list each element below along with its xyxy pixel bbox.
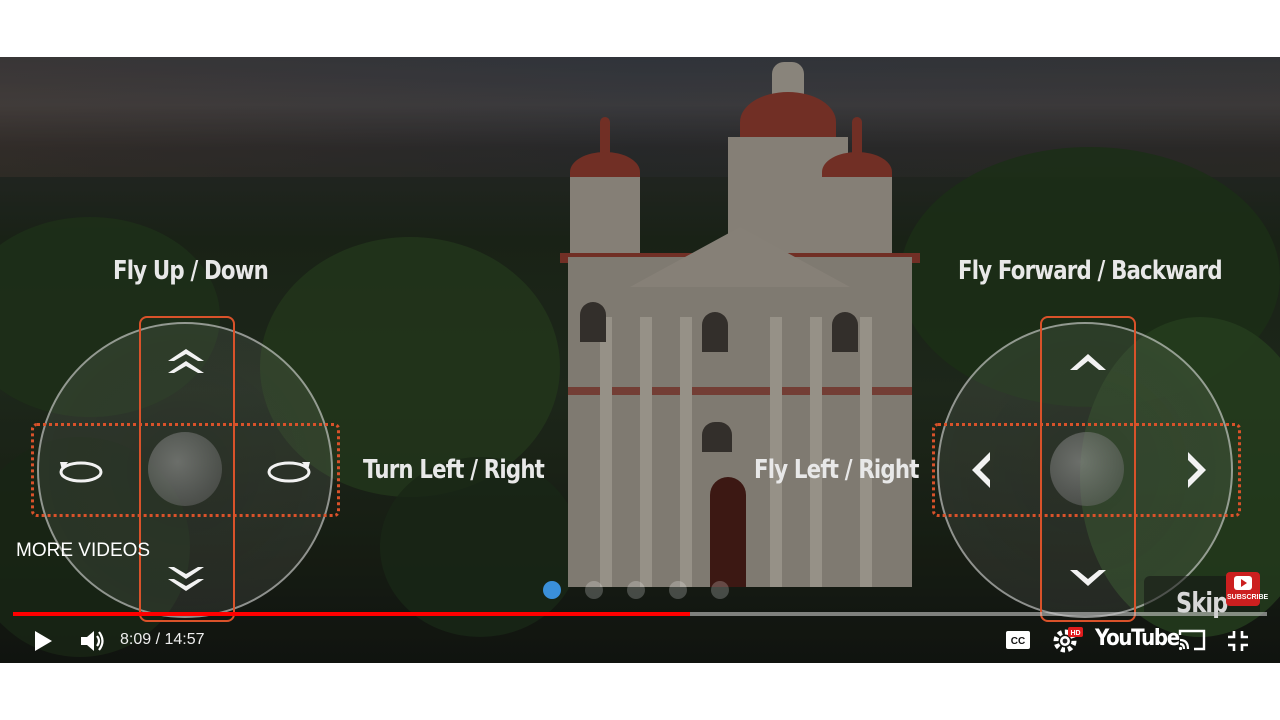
rotate-cw-icon [267, 461, 311, 483]
subscribe-label: SUBSCRIBE [1227, 594, 1269, 601]
pagination-dot[interactable] [669, 581, 687, 599]
pagination-dot[interactable] [543, 581, 561, 599]
chevron-down-icon [1070, 570, 1106, 586]
chevron-left-icon [972, 452, 990, 488]
pagination-dot[interactable] [711, 581, 729, 599]
fly-up-down-label: Fly Up / Down [113, 256, 269, 286]
cc-label: CC [1011, 636, 1025, 647]
gear-icon[interactable]: HD [1052, 626, 1084, 654]
fly-left-right-label: Fly Left / Right [754, 455, 919, 485]
more-videos-button[interactable]: MORE VIDEOS [16, 540, 150, 562]
chevrons-down-icon [168, 567, 204, 591]
pagination-dot[interactable] [627, 581, 645, 599]
hd-badge: HD [1070, 630, 1080, 637]
pagination-dot[interactable] [585, 581, 603, 599]
volume-icon[interactable] [79, 628, 107, 654]
youtube-logo[interactable]: YouTube [1095, 626, 1180, 651]
subscribe-badge[interactable]: SUBSCRIBE [1226, 572, 1269, 606]
exit-fullscreen-icon[interactable] [1226, 629, 1250, 653]
fly-forward-backward-label: Fly Forward / Backward [958, 256, 1223, 286]
cast-icon[interactable] [1178, 629, 1206, 651]
time-display: 8:09 / 14:57 [120, 631, 205, 648]
player-controls: 8:09 / 14:57 CC HD YouTube [0, 620, 1280, 663]
cc-icon[interactable]: CC [1005, 630, 1031, 650]
progress-bar[interactable] [13, 612, 1267, 616]
chevron-up-icon [1070, 354, 1106, 370]
play-icon[interactable] [33, 630, 53, 652]
turn-left-right-label: Turn Left / Right [363, 455, 545, 485]
chevron-right-icon [1188, 452, 1206, 488]
progress-played [13, 612, 691, 616]
rotate-ccw-icon [59, 461, 103, 483]
chevrons-up-icon [168, 349, 204, 373]
youtube-play-icon [1234, 576, 1252, 590]
